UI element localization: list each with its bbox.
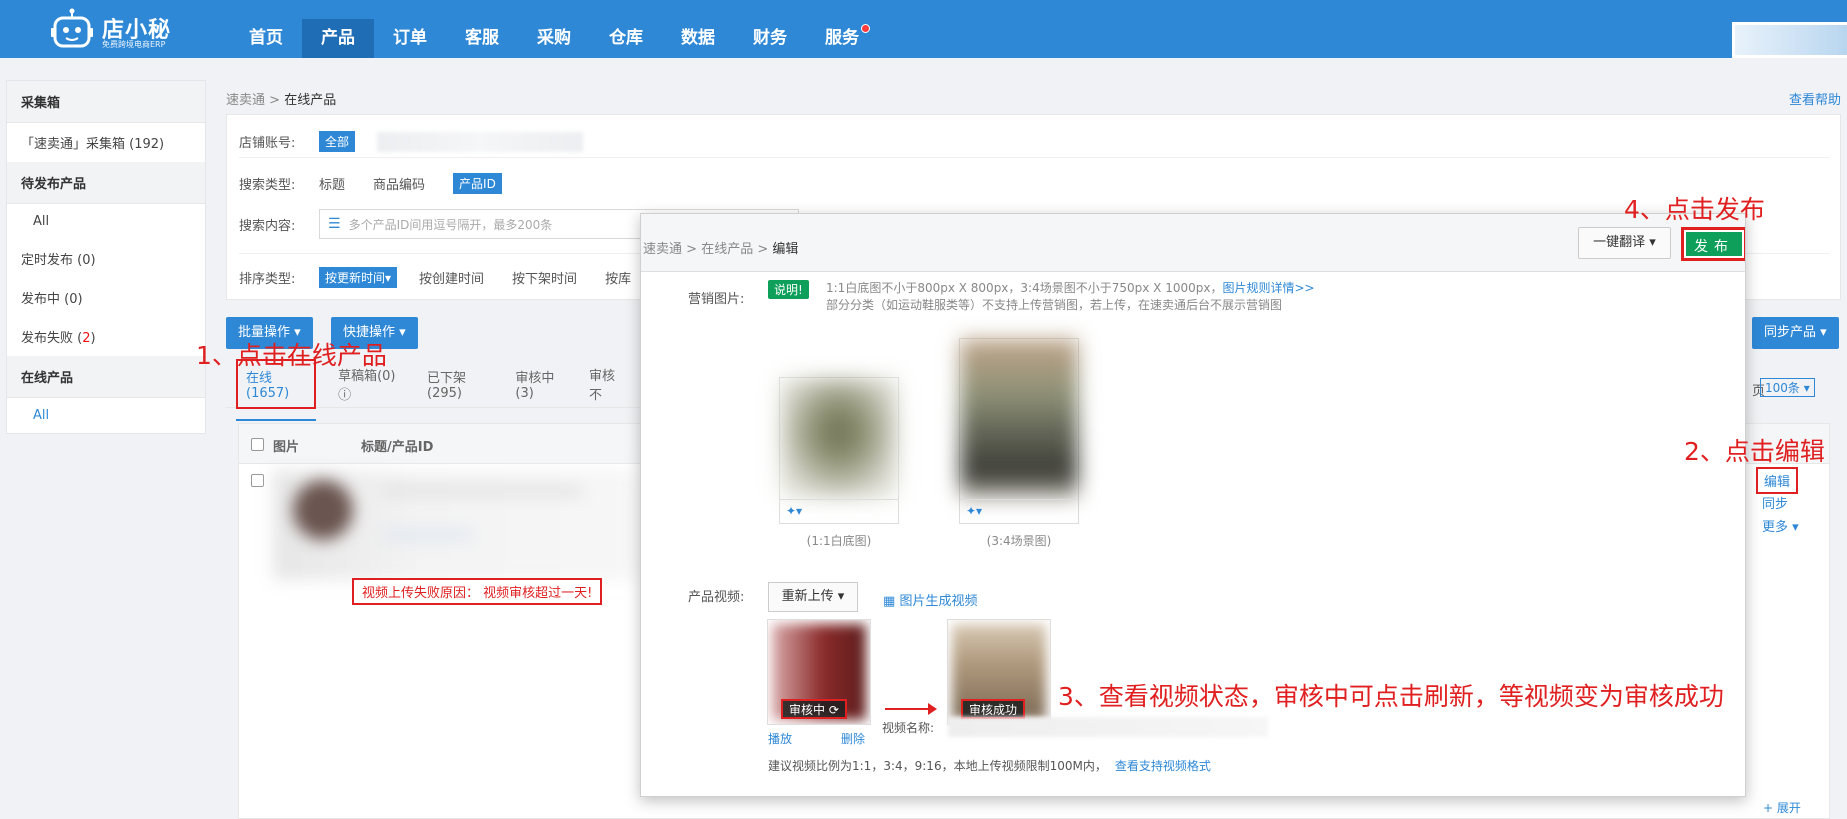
delete-link[interactable]: 删除: [841, 730, 865, 747]
video-fail-reason: 视频上传失败原因： 视频审核超过一天!: [352, 578, 603, 605]
film-icon: ▦: [883, 594, 896, 609]
sidebar-item-publishing[interactable]: 发布中 (0): [7, 278, 205, 317]
generate-video-link[interactable]: ▦ 图片生成视频: [883, 590, 977, 609]
nav-warehouse[interactable]: 仓库: [590, 19, 662, 58]
product-row-blurred: [273, 470, 643, 580]
sidebar-item-online-all[interactable]: All: [7, 398, 205, 433]
annotation-step1: 1、点击在线产品: [196, 341, 387, 370]
video-name-label: 视频名称:: [882, 721, 935, 735]
tab-review-failed[interactable]: 审核不: [589, 365, 624, 403]
arrow-icon: [885, 703, 937, 715]
sidebar-item-publish-failed[interactable]: 发布失败 (2): [7, 317, 205, 356]
marketing-image-label: 营销图片:: [688, 292, 745, 307]
magic-wand-icon[interactable]: ✦▾: [960, 499, 1078, 523]
logo[interactable]: 店小秘 免费跨境电商ERP: [50, 8, 180, 52]
translate-button[interactable]: 一键翻译 ▾: [1578, 227, 1671, 259]
video-name-blurred: [948, 717, 1268, 737]
image-caption-scene: (3:4场景图): [986, 534, 1052, 548]
sync-products-button[interactable]: 同步产品 ▾: [1752, 317, 1839, 349]
nav-products[interactable]: 产品: [302, 19, 374, 58]
image-card-scene[interactable]: ✦▾: [959, 338, 1079, 524]
sidebar-section-online: 在线产品: [7, 356, 205, 398]
product-video-label: 产品视频:: [688, 590, 745, 605]
sidebar-item-scheduled[interactable]: 定时发布 (0): [7, 239, 205, 278]
help-icon: ⓘ: [338, 387, 352, 403]
sort-label: 排序类型:: [239, 272, 296, 287]
page-size-select[interactable]: 100条 ▾: [1760, 378, 1815, 397]
image-caption-square: (1:1白底图): [806, 534, 872, 548]
modal-header: 速卖通 > 在线产品 > 编辑 一键翻译 ▾ 发布: [641, 214, 1745, 272]
modal-breadcrumb: 速卖通 > 在线产品 > 编辑: [643, 242, 799, 257]
video-thumb-reviewing[interactable]: 审核中 ⟳: [767, 619, 871, 725]
sidebar-item-pending-all[interactable]: All: [7, 204, 205, 239]
account-list-blurred: [377, 131, 584, 152]
top-navbar: 店小秘 免费跨境电商ERP 首页 产品 订单 客服 采购 仓库 数据 财务 服务: [0, 0, 1847, 58]
play-link[interactable]: 播放: [768, 730, 792, 747]
select-all-checkbox[interactable]: [251, 438, 264, 451]
breadcrumb-current: 在线产品: [284, 93, 337, 108]
refresh-icon[interactable]: ⟳: [829, 703, 839, 717]
sort-created[interactable]: 按创建时间: [419, 268, 484, 287]
robot-logo-icon: [51, 8, 93, 48]
account-label: 店铺账号:: [239, 136, 296, 151]
video-status-reviewing[interactable]: 审核中 ⟳: [781, 699, 847, 719]
row-checkbox[interactable]: [251, 474, 264, 487]
tab-delisted[interactable]: 已下架(295): [427, 367, 493, 401]
video-status-success: 审核成功: [961, 699, 1026, 719]
image-card-square[interactable]: ✦▾: [779, 377, 899, 524]
sync-link[interactable]: 同步: [1762, 493, 1788, 512]
image-rules-link[interactable]: 图片规则详情>>: [1222, 281, 1314, 295]
more-link[interactable]: 更多 ▾: [1762, 516, 1799, 535]
nav-customer-service[interactable]: 客服: [446, 19, 518, 58]
sort-stock[interactable]: 按库: [605, 268, 631, 287]
video-thumb-success[interactable]: 审核成功: [947, 619, 1051, 725]
sidebar-item-aliexpress-collect[interactable]: 「速卖通」采集箱 (192): [7, 123, 205, 162]
note-text: 1:1白底图不小于800px X 800px，3:4场景图不小于750px X …: [826, 281, 1315, 312]
col-image: 图片: [273, 440, 300, 455]
account-all-tag[interactable]: 全部: [319, 131, 356, 152]
video-tip: 建议视频比例为1:1，3:4，9:16，本地上传视频限制100M内， 查看支持视频…: [768, 759, 1211, 773]
annotation-step3: 3、查看视频状态，审核中可点击刷新，等视频变为审核成功: [1058, 682, 1724, 711]
sidebar-section-collect: 采集箱: [7, 81, 205, 123]
nav-data[interactable]: 数据: [662, 19, 734, 58]
sidebar-section-pending: 待发布产品: [7, 162, 205, 204]
publish-button[interactable]: 发布: [1681, 227, 1745, 261]
list-icon: ☰: [328, 216, 341, 232]
expand-link[interactable]: + 展开: [1763, 799, 1801, 816]
magic-wand-icon[interactable]: ✦▾: [780, 499, 898, 523]
nav-purchase[interactable]: 采购: [518, 19, 590, 58]
search-type-title[interactable]: 标题: [319, 174, 345, 193]
search-type-sku[interactable]: 商品编码: [373, 174, 425, 193]
col-title: 标题/产品ID: [361, 440, 434, 455]
search-type-product-id[interactable]: 产品ID: [453, 173, 502, 194]
edit-link[interactable]: 编辑: [1756, 467, 1799, 494]
annotation-step2: 2、点击编辑: [1684, 437, 1825, 466]
nav-home[interactable]: 首页: [230, 19, 302, 58]
sort-updated[interactable]: 按更新时间▾: [319, 267, 398, 288]
user-account-box[interactable]: [1732, 22, 1847, 58]
nav-finance[interactable]: 财务: [734, 19, 806, 58]
help-link[interactable]: 查看帮助: [1789, 89, 1841, 108]
breadcrumb-root[interactable]: 速卖通: [226, 93, 265, 108]
video-format-link[interactable]: 查看支持视频格式: [1115, 759, 1211, 773]
main-nav: 首页 产品 订单 客服 采购 仓库 数据 财务 服务: [230, 19, 878, 58]
search-type-label: 搜索类型:: [239, 178, 296, 193]
logo-subtitle: 免费跨境电商ERP: [102, 40, 166, 49]
reupload-button[interactable]: 重新上传 ▾: [768, 582, 858, 612]
content-label: 搜索内容:: [239, 218, 296, 234]
note-tag: 说明!: [768, 280, 809, 299]
notification-dot: [861, 24, 870, 33]
nav-service[interactable]: 服务: [806, 19, 878, 58]
breadcrumb: 速卖通 > 在线产品: [226, 93, 337, 108]
annotation-step4: 4、点击发布: [1624, 195, 1765, 224]
sidebar: 采集箱 「速卖通」采集箱 (192) 待发布产品 All 定时发布 (0) 发布…: [6, 80, 206, 434]
nav-orders[interactable]: 订单: [374, 19, 446, 58]
tab-reviewing[interactable]: 审核中(3): [515, 367, 567, 401]
sort-delisted[interactable]: 按下架时间: [512, 268, 577, 287]
